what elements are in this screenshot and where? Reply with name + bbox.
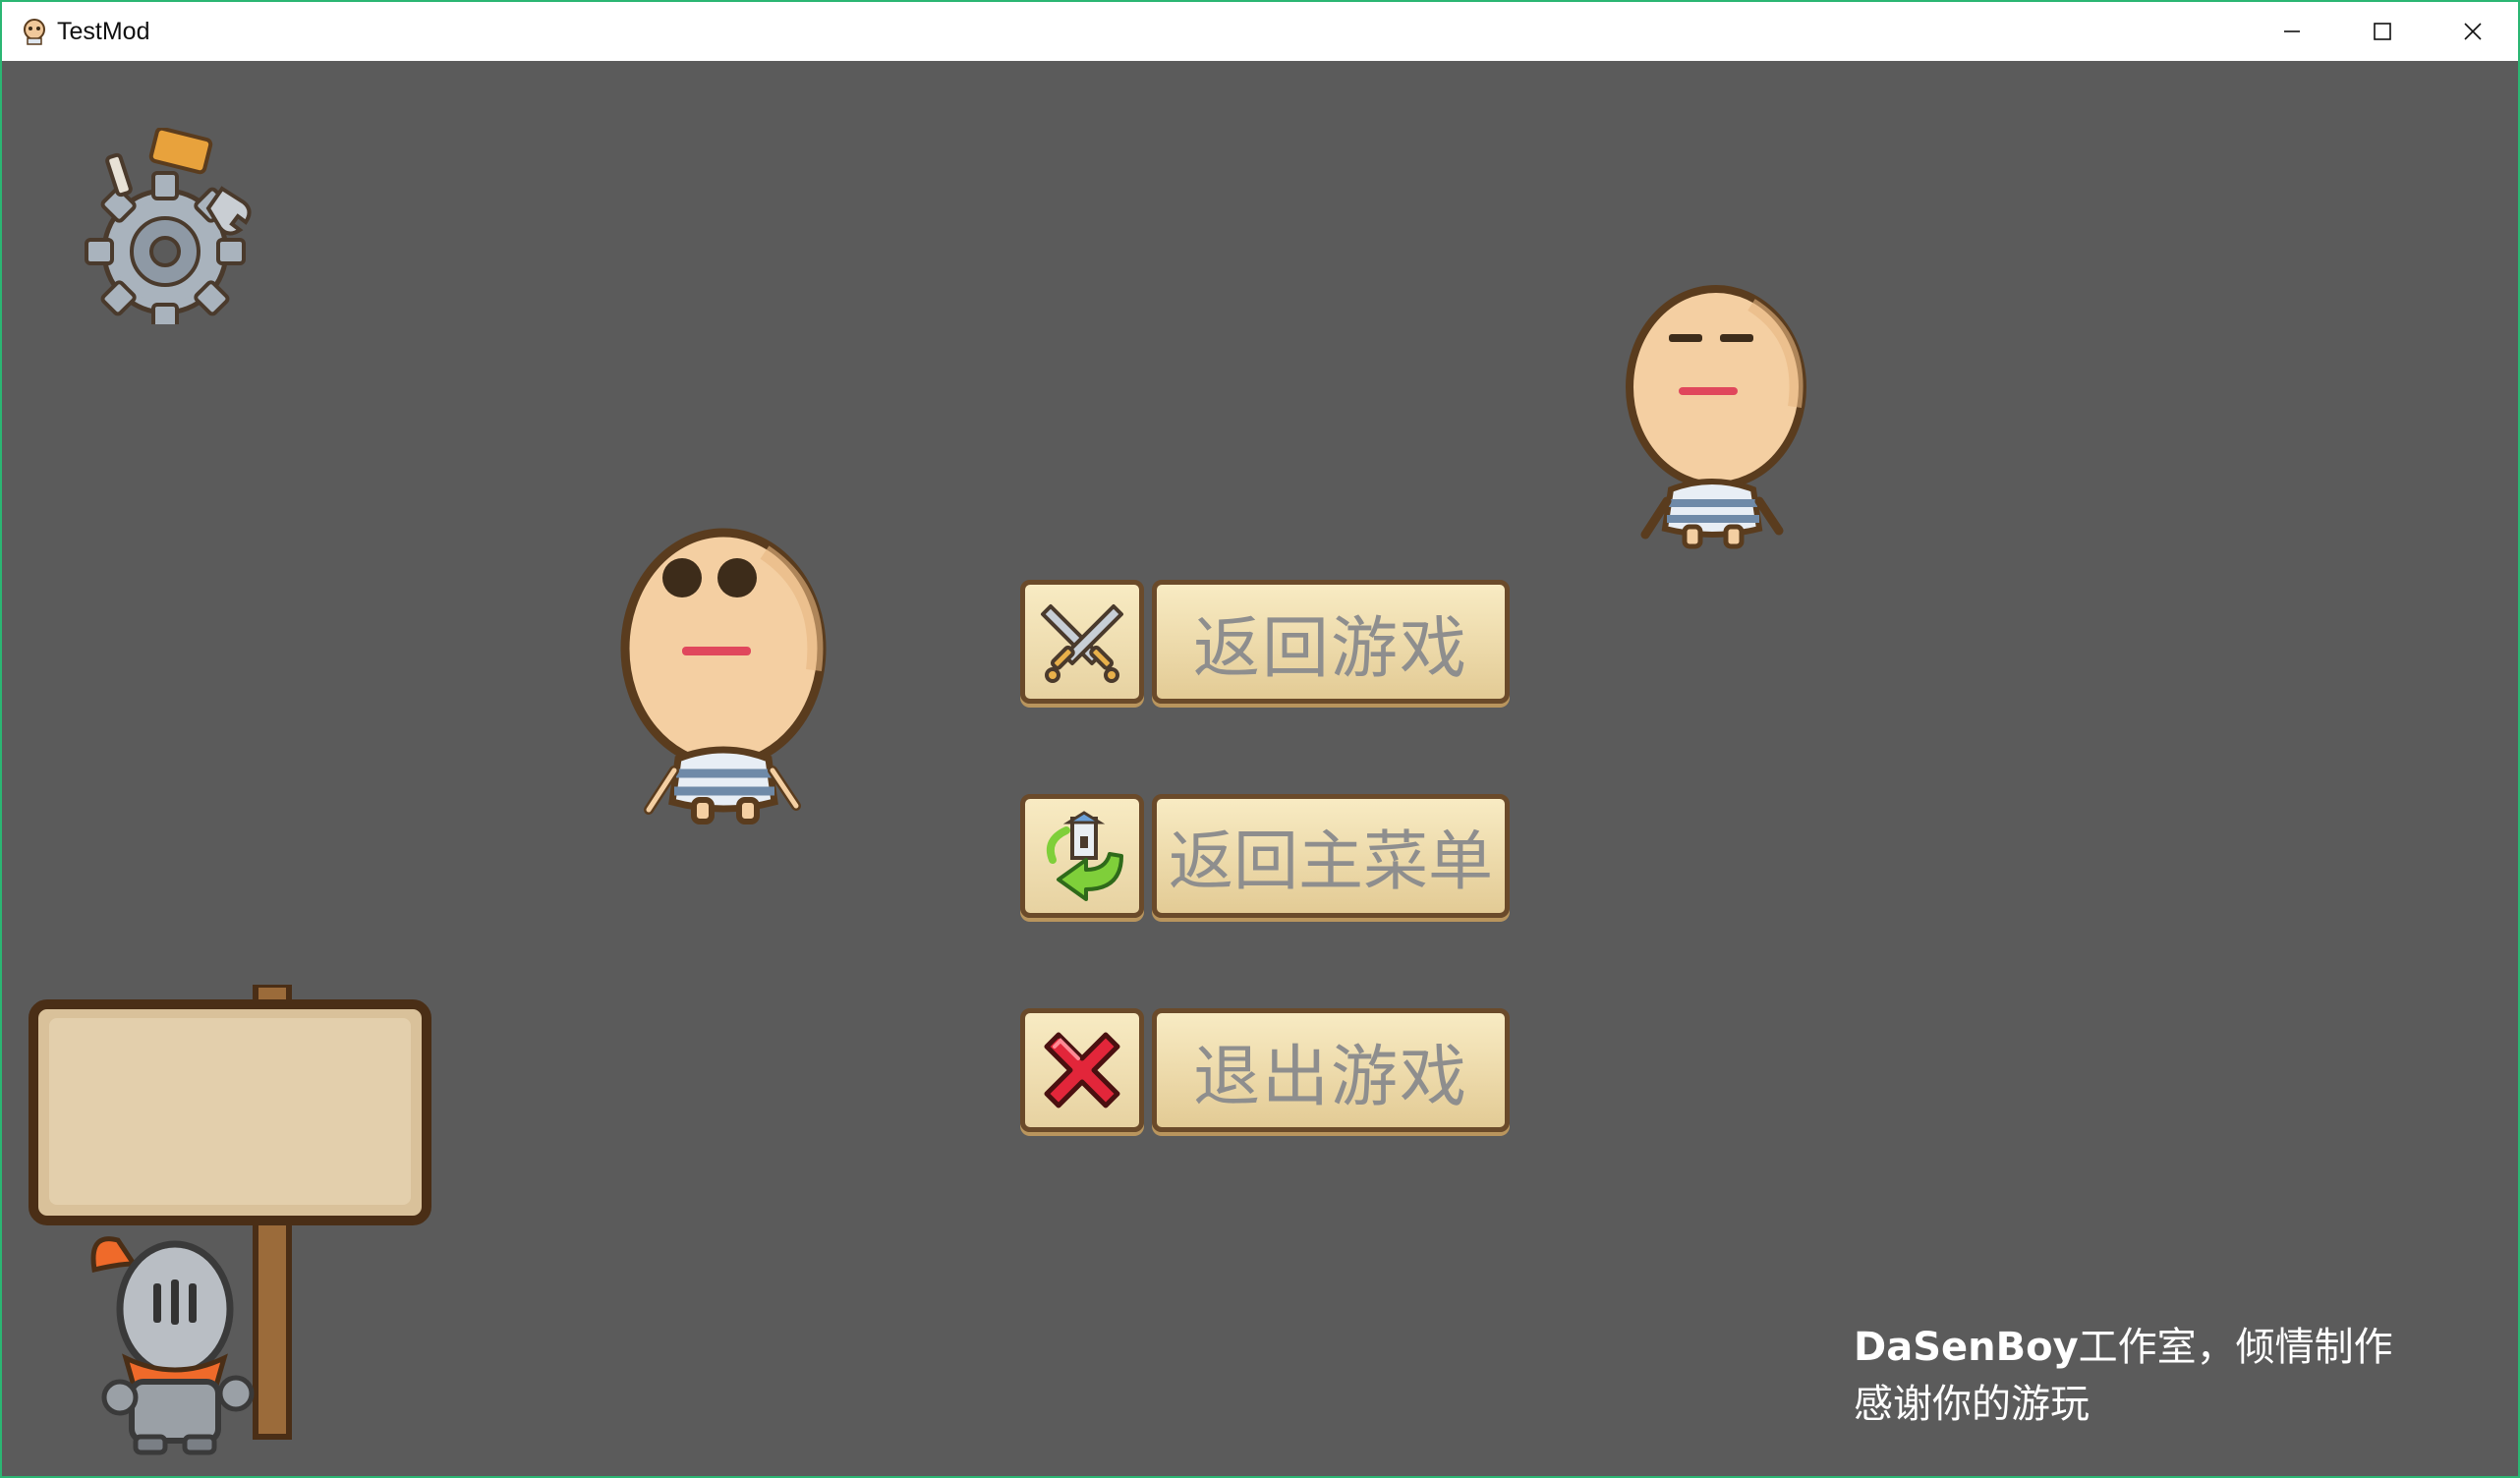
quit-game-button[interactable]: 退出游戏 (1152, 1008, 1510, 1132)
window-title: TestMod (57, 17, 150, 45)
studio-name: DaSenBoy (1854, 1325, 2079, 1370)
game-window: TestMod 返回游戏 返回主菜单 退出游戏 DaSenBoy工作室，倾情制作… (0, 0, 2520, 1478)
maximize-icon (2374, 23, 2391, 40)
settings-gear-icon[interactable] (63, 128, 269, 324)
credits-text: DaSenBoy工作室，倾情制作 感谢你的游玩 (1854, 1319, 2393, 1433)
title-bar[interactable]: TestMod (2, 2, 2518, 61)
character-awake (620, 528, 827, 824)
menu-item-main-menu[interactable]: 返回主菜单 (1020, 794, 1510, 918)
quit-icon-tile[interactable] (1020, 1008, 1144, 1132)
crossed-swords-icon (1041, 604, 1123, 683)
main-menu-icon-tile[interactable] (1020, 794, 1144, 918)
menu-item-quit[interactable]: 退出游戏 (1020, 1008, 1510, 1132)
red-x-icon (1044, 1032, 1120, 1108)
menu-item-resume[interactable]: 返回游戏 (1020, 580, 1510, 704)
return-main-menu-button[interactable]: 返回主菜单 (1152, 794, 1510, 918)
minimize-icon (2284, 30, 2300, 32)
window-controls (2247, 2, 2518, 61)
resume-icon-tile[interactable] (1020, 580, 1144, 704)
signpost-knight (29, 985, 431, 1455)
resume-game-button[interactable]: 返回游戏 (1152, 580, 1510, 704)
close-icon (2464, 23, 2482, 40)
app-icon (24, 19, 45, 45)
credits-line-1-rest: 工作室，倾情制作 (2078, 1325, 2393, 1370)
close-button[interactable] (2428, 2, 2518, 61)
maximize-button[interactable] (2337, 2, 2428, 61)
return-home-icon (1046, 811, 1123, 901)
credits-line-2: 感谢你的游玩 (1854, 1382, 2090, 1427)
game-canvas[interactable]: 返回游戏 返回主菜单 退出游戏 DaSenBoy工作室，倾情制作 感谢你的游玩 (2, 61, 2518, 1476)
character-sleepy (1626, 285, 1806, 549)
credits-line-1: DaSenBoy工作室，倾情制作 (1854, 1319, 2393, 1376)
minimize-button[interactable] (2247, 2, 2337, 61)
